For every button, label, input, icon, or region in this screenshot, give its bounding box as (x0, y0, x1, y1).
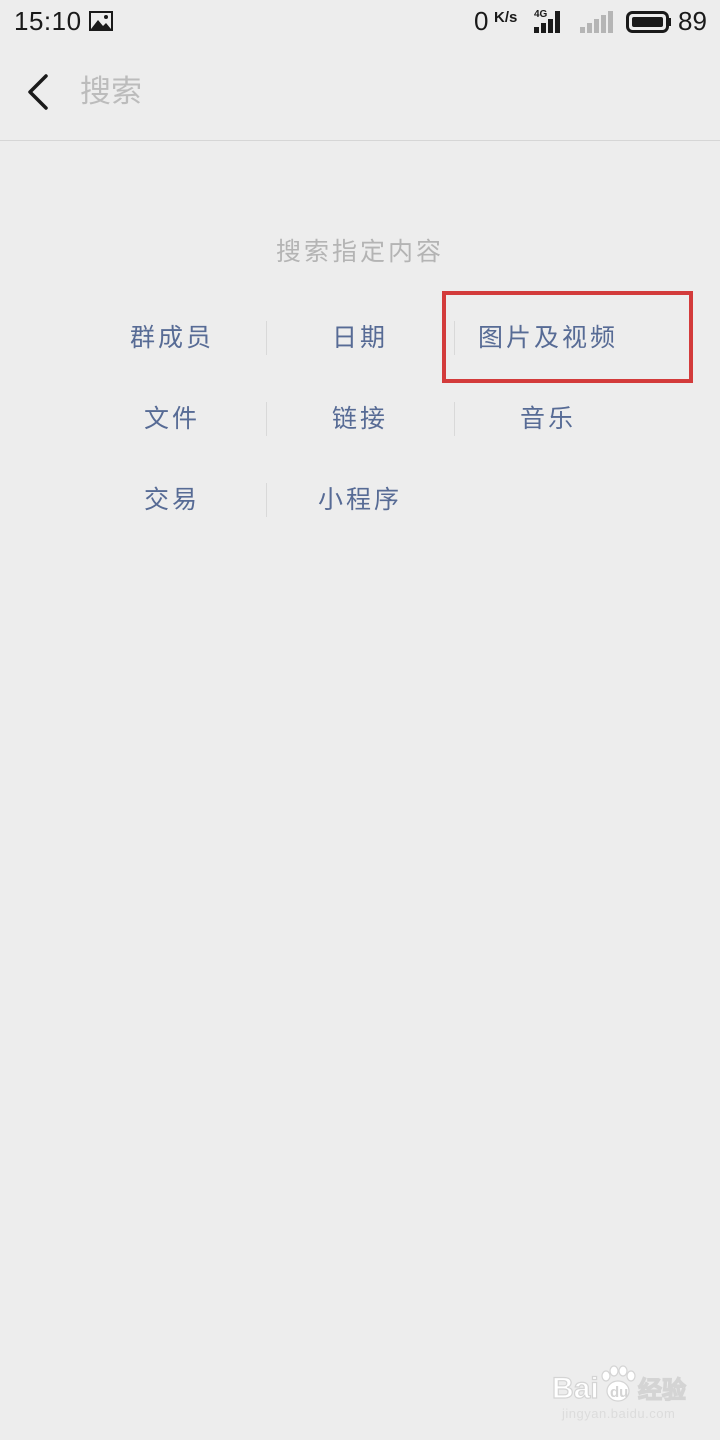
highlight-annotation-box (442, 291, 693, 383)
status-bar: 15:10 0 K/s 4G 89 (0, 0, 720, 44)
battery-level: 89 (678, 6, 707, 36)
net-speed: 0 (474, 6, 489, 36)
search-input[interactable] (80, 64, 680, 120)
watermark-url: jingyan.baidu.com (562, 1406, 676, 1421)
svg-text:du: du (610, 1384, 628, 1401)
category-date[interactable]: 日期 (266, 308, 454, 368)
category-files[interactable]: 文件 (78, 389, 266, 449)
search-header (0, 44, 720, 141)
svg-text:经验: 经验 (638, 1376, 686, 1404)
search-category-title: 搜索指定内容 (275, 237, 444, 266)
network-type-label: 4G (534, 9, 548, 20)
image-icon (89, 11, 113, 31)
baidu-logo: Bai du 经验 (552, 1365, 687, 1406)
category-group-members[interactable]: 群成员 (78, 308, 266, 368)
svg-text:Bai: Bai (552, 1372, 599, 1405)
battery-icon (626, 11, 671, 33)
status-time: 15:10 (14, 6, 82, 36)
signal-4g-icon: 4G (534, 9, 560, 33)
category-transactions[interactable]: 交易 (78, 470, 266, 530)
back-button[interactable] (16, 62, 64, 122)
net-speed-unit: K/s (494, 9, 518, 26)
chevron-left-icon (28, 74, 48, 110)
signal-icon (580, 11, 613, 33)
category-links[interactable]: 链接 (266, 389, 454, 449)
category-mini-programs[interactable]: 小程序 (266, 470, 454, 530)
baidu-jingyan-watermark: Bai du 经验 jingyan.baidu.com (552, 1360, 712, 1432)
category-music[interactable]: 音乐 (454, 389, 642, 449)
